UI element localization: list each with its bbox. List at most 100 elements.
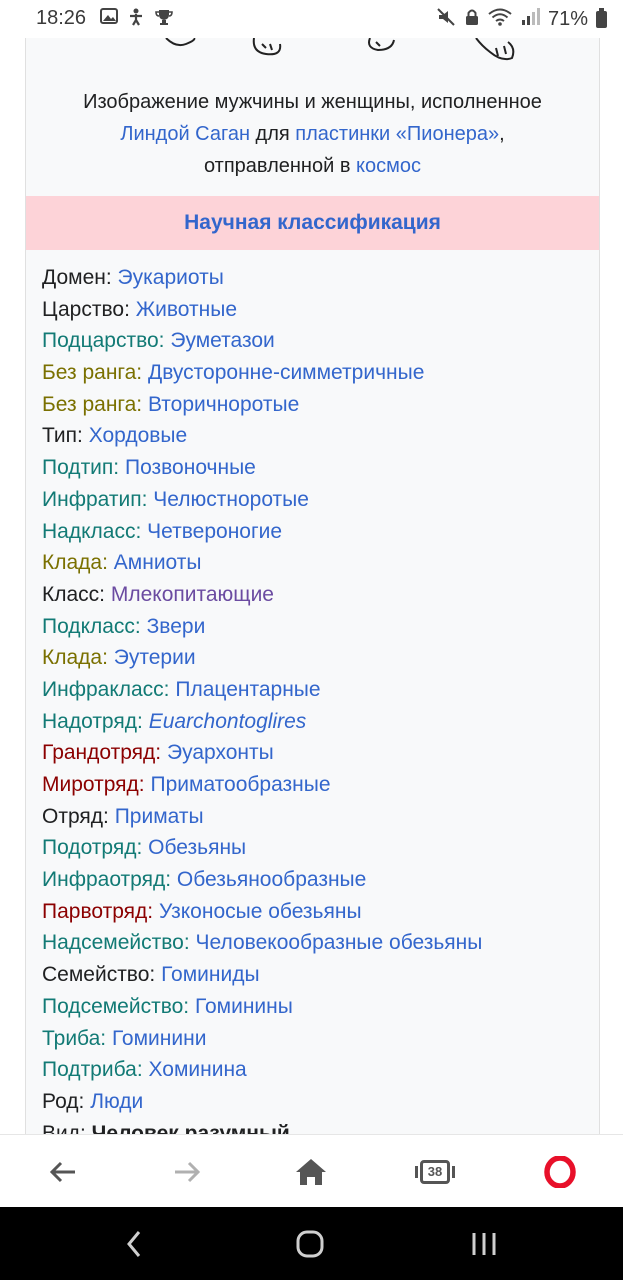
taxon-link[interactable]: Двусторонне-симметричные	[148, 361, 424, 384]
author-link[interactable]: Линдой Саган	[120, 123, 250, 145]
back-button[interactable]	[28, 1135, 98, 1208]
opera-logo-icon	[544, 1155, 576, 1188]
rank-label: Подцарство:	[42, 329, 165, 353]
rank-label: Царство:	[42, 297, 130, 321]
taxon-link[interactable]: Четвероногие	[147, 520, 282, 543]
pioneer-record-link[interactable]: пластинки «Пионера»	[295, 123, 499, 145]
taxonomy-row-parvorder: Парвотряд: Узконосые обезьяны	[42, 896, 599, 928]
rank-label: Без ранга:	[42, 392, 143, 416]
taxonomy-row-family: Семейство: Гоминиды	[42, 959, 599, 991]
rank-label: Инфраотряд:	[42, 868, 172, 892]
taxon-link[interactable]: Эуметазои	[170, 329, 274, 352]
rank-label: Триба:	[42, 1026, 107, 1050]
gallery-icon	[100, 8, 118, 31]
forward-button[interactable]	[152, 1135, 222, 1208]
nav-back-button[interactable]	[94, 1207, 174, 1280]
wifi-icon	[488, 8, 512, 31]
taxon-link[interactable]: Гоминиды	[161, 963, 260, 986]
taxon-link[interactable]: Гоминини	[112, 1027, 206, 1050]
battery-percent: 71%	[547, 8, 588, 30]
species-name: Человек разумный	[91, 1121, 290, 1134]
taxon-link[interactable]: Эутерии	[114, 646, 196, 669]
taxon-link[interactable]: Звери	[147, 615, 206, 638]
rank-label: Клада:	[42, 646, 108, 670]
caption-for: для	[250, 123, 296, 145]
taxon-link[interactable]: Позвоночные	[125, 456, 256, 479]
space-link[interactable]: космос	[356, 155, 421, 177]
taxon-link[interactable]: Гоминины	[195, 995, 293, 1018]
trophy-icon	[154, 8, 174, 31]
rank-label: Домен:	[42, 266, 112, 289]
battery-icon	[596, 8, 607, 28]
taxonomy-row-order: Отряд: Приматы	[42, 801, 599, 833]
rank-label: Вид:	[42, 1121, 86, 1134]
home-button[interactable]	[276, 1135, 346, 1208]
taxon-link[interactable]: Приматы	[115, 805, 204, 828]
nav-home-icon	[296, 1230, 324, 1257]
rank-label: Парвотряд:	[42, 899, 154, 923]
rank-label: Отряд:	[42, 804, 109, 828]
taxonomy-row-tribe: Триба: Гоминини	[42, 1023, 599, 1055]
taxon-link[interactable]: Челюстноротые	[153, 488, 309, 511]
taxon-link[interactable]: Обезьянообразные	[177, 868, 366, 891]
taxonomy-row-domain: Домен: Эукариоты	[42, 262, 599, 294]
taxon-link[interactable]: Узконосые обезьяны	[159, 900, 362, 923]
taxonomy-row-infraclass: Инфракласс: Плацентарные	[42, 674, 599, 706]
home-icon	[296, 1158, 326, 1185]
nav-recents-button[interactable]	[444, 1207, 524, 1280]
nav-home-button[interactable]	[270, 1207, 350, 1280]
image-caption: Изображение мужчины и женщины, исполненн…	[26, 86, 599, 182]
taxonomy-row-class: Класс: Млекопитающие	[42, 579, 599, 611]
mute-icon	[436, 8, 456, 31]
taxon-link[interactable]: Эуархонты	[167, 741, 274, 764]
taxonomy-row-kingdom: Царство: Животные	[42, 294, 599, 326]
nav-back-icon	[127, 1230, 141, 1257]
rank-label: Надсемейство:	[42, 931, 190, 955]
taxonomy-row-suborder: Подотряд: Обезьяны	[42, 832, 599, 864]
taxonomy-row-phylum: Тип: Хордовые	[42, 420, 599, 452]
taxon-link[interactable]: Амниоты	[114, 551, 202, 574]
forward-arrow-icon	[175, 1161, 201, 1182]
taxon-link[interactable]: Люди	[90, 1090, 143, 1113]
rank-label: Клада:	[42, 551, 108, 575]
taxon-link[interactable]: Хоминина	[149, 1058, 247, 1081]
tabs-button[interactable]: 38	[400, 1135, 470, 1208]
taxonomy-row-species: Вид: Человек разумный	[42, 1118, 599, 1134]
rank-label: Подотряд:	[42, 836, 143, 860]
rank-label: Род:	[42, 1089, 85, 1113]
rank-label: Надкласс:	[42, 519, 142, 543]
taxonomy-row-subphylum: Подтип: Позвоночные	[42, 452, 599, 484]
caption-sent: отправленной в	[204, 155, 357, 177]
taxonomy-row-infraorder: Инфраотряд: Обезьянообразные	[42, 864, 599, 896]
rank-label: Грандотряд:	[42, 741, 162, 765]
taxonomy-row-superclass: Надкласс: Четвероногие	[42, 516, 599, 548]
taxon-link[interactable]: Млекопитающие	[111, 583, 274, 606]
taxonomy-list: Домен: Эукариоты Царство: Животные Подца…	[26, 250, 599, 1134]
taxon-link[interactable]: Плацентарные	[175, 678, 320, 701]
rank-label: Без ранга:	[42, 361, 143, 385]
opera-menu-button[interactable]	[525, 1135, 595, 1208]
taxon-link[interactable]: Животные	[136, 298, 237, 321]
taxonomy-row-subtribe: Подтриба: Хоминина	[42, 1054, 599, 1086]
caption-comma: ,	[499, 123, 505, 145]
rank-label: Инфратип:	[42, 487, 148, 511]
taxon-link[interactable]: Эукариоты	[118, 266, 224, 289]
taxon-link[interactable]: Человекообразные обезьяны	[196, 931, 483, 954]
rank-label: Семейство:	[42, 963, 156, 987]
pioneer-plaque-image[interactable]	[26, 38, 599, 86]
classification-header-label: Научная классификация	[184, 211, 441, 234]
lock-icon	[464, 8, 480, 31]
taxon-link[interactable]: Euarchontoglires	[149, 710, 307, 733]
browser-toolbar: 38	[0, 1134, 623, 1208]
rank-label: Тип:	[42, 424, 83, 448]
taxonomy-row-unranked-1: Без ранга: Двусторонне-симметричные	[42, 357, 599, 389]
signal-icon	[520, 8, 540, 31]
taxon-link[interactable]: Хордовые	[89, 424, 188, 447]
taxon-link[interactable]: Приматообразные	[151, 773, 331, 796]
taxon-link[interactable]: Обезьяны	[148, 836, 246, 859]
classification-header[interactable]: Научная классификация	[26, 196, 599, 250]
rank-label: Инфракласс:	[42, 677, 170, 701]
taxon-link[interactable]: Вторичноротые	[148, 393, 299, 416]
accessibility-icon	[128, 8, 144, 31]
rank-label: Класс:	[42, 582, 105, 606]
